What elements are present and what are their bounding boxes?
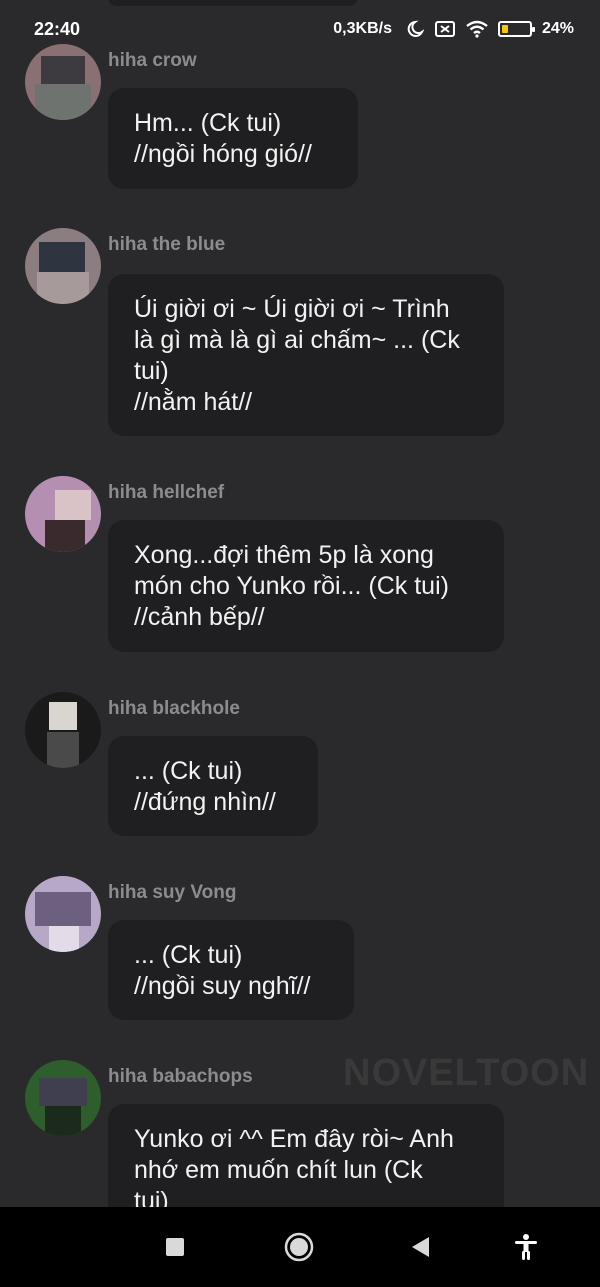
message-line: món cho Yunko rồi... (Ck tui) — [134, 572, 449, 600]
sender-name[interactable]: hiha hellchef — [108, 482, 224, 504]
message-line: Yunko ơi ^^ Em đây ròi~ Anh — [134, 1125, 454, 1153]
message-line: tui) — [134, 357, 169, 385]
status-bar: 22:40 0,3KB/s 24% — [0, 0, 600, 58]
watermark-logo: NOVELTOON — [343, 1052, 590, 1094]
sender-name[interactable]: hiha suy Vong — [108, 882, 236, 904]
sender-name[interactable]: hiha babachops — [108, 1066, 253, 1088]
message-line: Úi giời ơi ~ Úi giời ơi ~ Trình — [134, 295, 450, 323]
wifi-icon — [466, 20, 488, 38]
message-bubble[interactable]: ... (Ck tui) //đứng nhìn// — [108, 736, 318, 836]
battery-icon — [497, 21, 535, 37]
accessibility-icon — [515, 1234, 537, 1260]
avatar[interactable] — [25, 876, 101, 952]
accessibility-button[interactable] — [510, 1231, 542, 1263]
avatar[interactable] — [25, 1060, 101, 1136]
avatar[interactable] — [25, 44, 101, 120]
previous-bubble-edge — [108, 0, 358, 6]
sender-name[interactable]: hiha crow — [108, 50, 197, 72]
message-line: //cảnh bếp// — [134, 603, 265, 631]
message-bubble[interactable]: Xong...đợi thêm 5p là xong món cho Yunko… — [108, 520, 504, 652]
message-line: //ngồi hóng gió// — [134, 140, 312, 168]
moon-icon — [407, 20, 424, 37]
status-icons: 0,3KB/s 24% — [333, 20, 574, 38]
message-line: //ngồi suy nghĩ// — [134, 972, 311, 1000]
sender-name[interactable]: hiha blackhole — [108, 698, 240, 720]
avatar[interactable] — [25, 692, 101, 768]
message-line: ... (Ck tui) — [134, 757, 243, 785]
avatar[interactable] — [25, 228, 101, 304]
message-line: nhớ em muốn chít lun (Ck — [134, 1156, 423, 1184]
recents-button[interactable] — [159, 1231, 191, 1263]
message-line: //đứng nhìn// — [134, 788, 276, 816]
message-line: là gì mà là gì ai chấm~ ... (Ck — [134, 326, 460, 354]
back-button[interactable] — [405, 1231, 437, 1263]
net-speed: 0,3KB/s — [333, 20, 392, 37]
sim-off-icon — [434, 21, 455, 37]
message-bubble[interactable]: ... (Ck tui) //ngồi suy nghĩ// — [108, 920, 354, 1020]
home-button[interactable] — [283, 1231, 315, 1263]
message-line: Xong...đợi thêm 5p là xong — [134, 541, 434, 569]
message-bubble[interactable]: Hm... (Ck tui) //ngồi hóng gió// — [108, 88, 358, 189]
status-time: 22:40 — [34, 18, 81, 39]
message-line: Hm... (Ck tui) — [134, 109, 282, 137]
message-line: ... (Ck tui) — [134, 941, 243, 969]
navigation-bar — [0, 1207, 600, 1287]
message-bubble[interactable]: Úi giời ơi ~ Úi giời ơi ~ Trình là gì mà… — [108, 274, 504, 436]
sender-name[interactable]: hiha the blue — [108, 234, 225, 256]
triangle-back-icon — [412, 1237, 429, 1257]
message-line: //nằm hát// — [134, 388, 253, 416]
battery-percent: 24% — [541, 20, 574, 37]
avatar[interactable] — [25, 476, 101, 552]
square-icon — [166, 1238, 184, 1256]
